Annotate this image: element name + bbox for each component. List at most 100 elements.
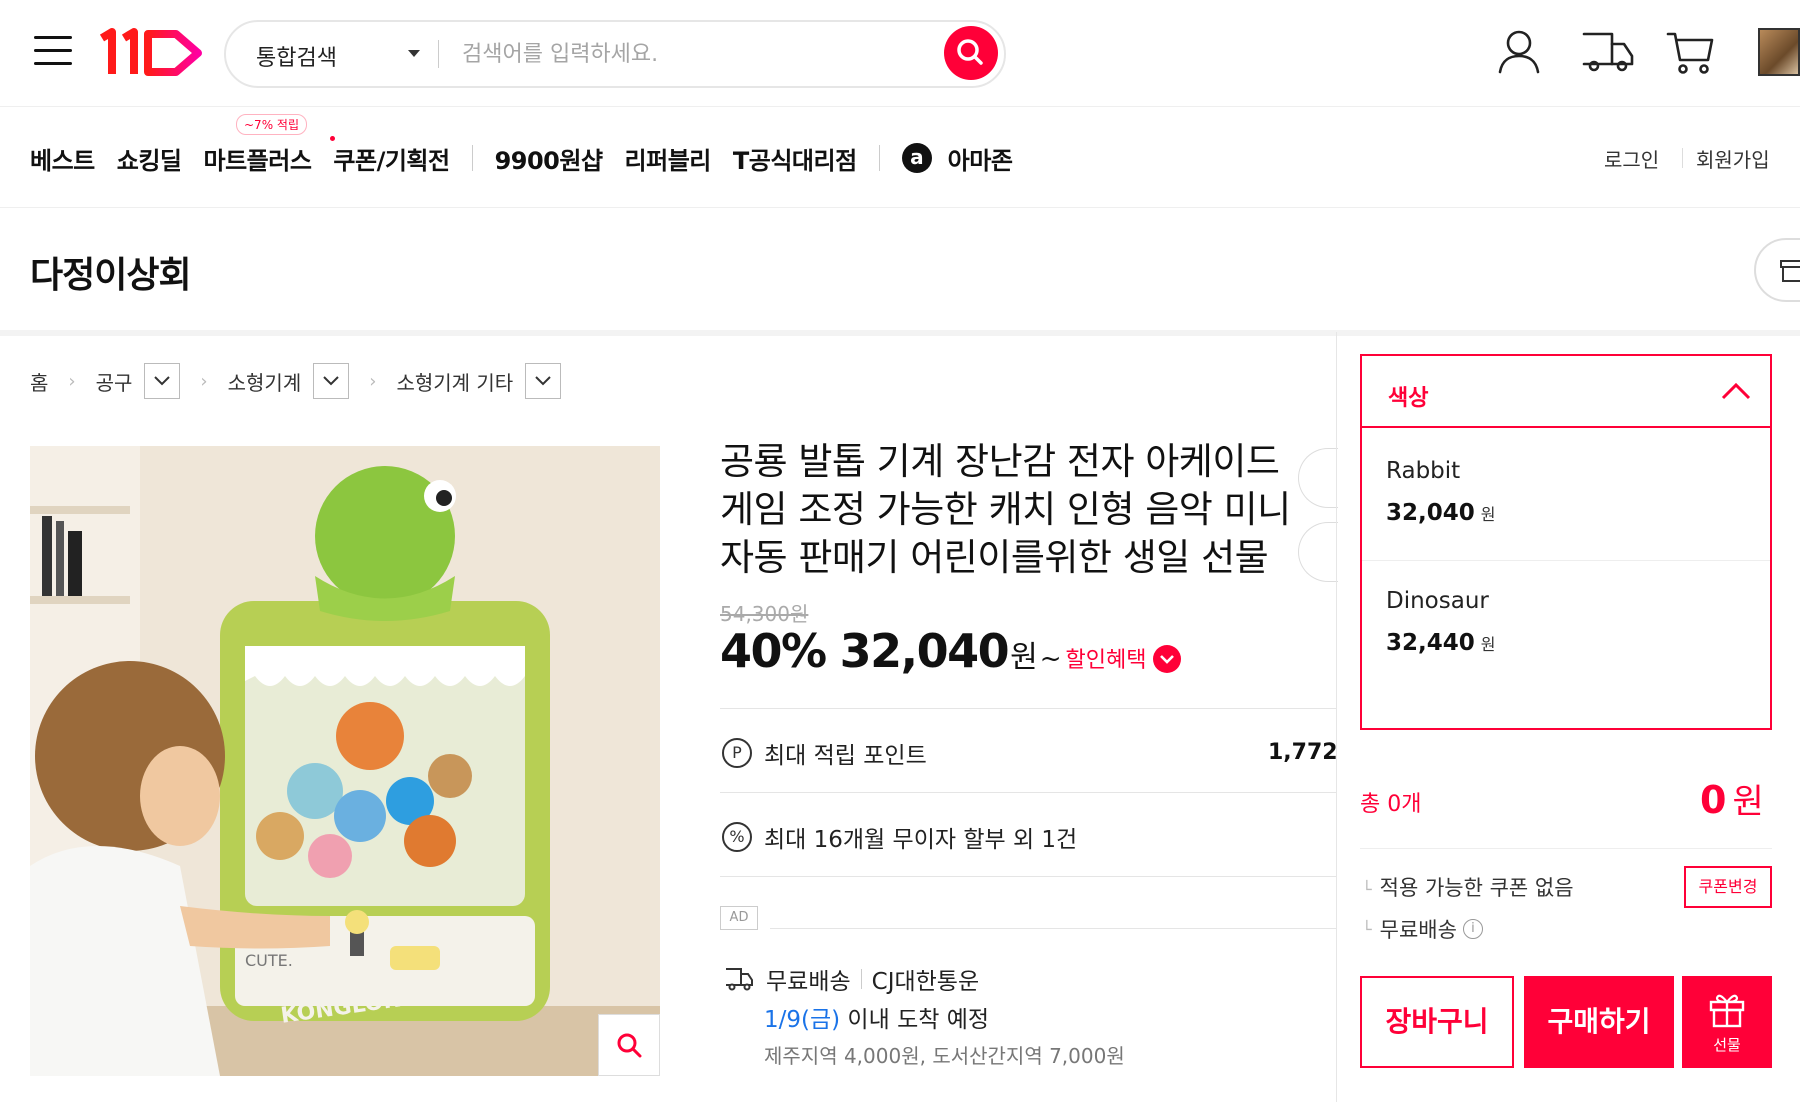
price-row: 40% 32,040 원 ~ 할인혜택 xyxy=(720,624,1181,678)
divider xyxy=(720,708,1336,709)
nav-item-coupon[interactable]: 쿠폰/기획전 xyxy=(333,141,450,176)
tree-mark: └ xyxy=(1362,880,1372,899)
chevron-right-icon: › xyxy=(200,370,208,392)
breadcrumb-home[interactable]: 홈 xyxy=(30,367,48,396)
breadcrumb-dropdown[interactable] xyxy=(144,363,181,399)
breadcrumb-dropdown[interactable] xyxy=(313,363,350,399)
point-icon: P xyxy=(722,738,752,768)
divider xyxy=(720,876,1336,877)
breadcrumb-dropdown[interactable] xyxy=(525,363,562,399)
installment-text: 최대 16개월 무이자 할부 외 1건 xyxy=(764,827,1078,853)
info-icon[interactable]: i xyxy=(1462,919,1483,939)
option-price: 32,040 xyxy=(1386,500,1475,526)
nav-item-amazon[interactable]: 아마존 xyxy=(948,141,1013,176)
discount-benefit-link[interactable]: 할인혜택 xyxy=(1066,642,1147,674)
shipping-row: 무료배송 CJ대한통운 xyxy=(724,962,979,996)
option-price-line: 32,440 원 xyxy=(1386,630,1496,656)
gift-label: 선물 xyxy=(1713,1036,1741,1054)
divider xyxy=(1360,848,1772,849)
add-to-cart-button[interactable]: 장바구니 xyxy=(1360,976,1514,1068)
gift-button[interactable]: 선물 xyxy=(1682,976,1772,1068)
breadcrumb-item[interactable]: 소형기계 기타 xyxy=(396,367,513,396)
search-icon xyxy=(617,1033,642,1058)
signup-link[interactable]: 회원가입 xyxy=(1696,144,1770,173)
delivery-truck-icon[interactable] xyxy=(1582,30,1634,74)
option-item[interactable]: Dinosaur 32,440 원 xyxy=(1386,588,1496,656)
chevron-down-icon xyxy=(323,376,339,386)
option-label: 색상 xyxy=(1388,386,1429,411)
section-band xyxy=(0,330,1800,336)
chevron-down-icon xyxy=(535,376,551,386)
search-type-select[interactable]: 통합검색 xyxy=(256,40,337,72)
arrival-suffix: 이내 도착 예정 xyxy=(840,1007,990,1033)
divider xyxy=(770,928,1336,929)
chevron-down-icon[interactable] xyxy=(1152,645,1181,673)
option-header[interactable]: 색상 xyxy=(1362,356,1770,428)
store-name[interactable]: 다정이상회 xyxy=(30,246,192,298)
carrier-name: CJ대한통운 xyxy=(871,969,980,995)
nav-item-9900-shop[interactable]: 9900원샵 xyxy=(495,141,603,176)
nav-item-mart-plus[interactable]: 마트플러스 xyxy=(204,141,312,176)
avatar[interactable] xyxy=(1758,28,1800,76)
price-tilde: ~ xyxy=(1039,644,1062,674)
points-value: 1,772P xyxy=(1268,740,1336,765)
delivery-truck-icon xyxy=(726,968,753,991)
cart-icon[interactable] xyxy=(1666,30,1714,76)
store-button[interactable] xyxy=(1754,238,1800,302)
amazon-icon[interactable]: a xyxy=(901,143,932,173)
tree-mark: └ xyxy=(1362,919,1372,939)
option-dropdown: 색상 Rabbit 32,040 원 Dinosaur 32,440 원 xyxy=(1360,354,1772,730)
breadcrumb: 홈 › 공구 › 소형기계 › 소형기계 기타 xyxy=(30,362,562,400)
promo-badge: ~7% 적립 xyxy=(236,114,307,135)
coupon-change-button[interactable]: 쿠폰변경 xyxy=(1684,866,1772,908)
divider xyxy=(720,792,1336,793)
nav-item-best[interactable]: 베스트 xyxy=(30,141,95,176)
ad-tag: AD xyxy=(720,906,758,930)
option-item[interactable]: Rabbit 32,040 원 xyxy=(1386,458,1496,526)
header-divider xyxy=(0,106,1800,107)
buy-now-button[interactable]: 구매하기 xyxy=(1524,976,1674,1068)
nav-item-t-store[interactable]: T공식대리점 xyxy=(733,141,857,176)
total-count: 총 0개 xyxy=(1360,792,1422,817)
option-price-unit: 원 xyxy=(1480,635,1496,654)
share-button[interactable] xyxy=(1298,448,1338,508)
cart-shipping: 무료배송 xyxy=(1379,918,1457,942)
auth-divider xyxy=(1682,148,1683,168)
zoom-button[interactable] xyxy=(598,1014,660,1076)
breadcrumb-item[interactable]: 공구 xyxy=(96,367,133,396)
chevron-up-icon[interactable] xyxy=(1720,380,1752,402)
option-divider xyxy=(1362,560,1770,561)
search-bar: 통합검색 xyxy=(224,20,1006,88)
nav-divider-line xyxy=(0,207,1800,208)
total-amount: 0원 xyxy=(1700,774,1764,823)
shipping-divider xyxy=(860,969,862,989)
chevron-down-icon[interactable] xyxy=(408,50,420,57)
price-unit: 원 xyxy=(1010,640,1038,675)
store-icon xyxy=(1780,260,1800,282)
nav-item-shocking-deal[interactable]: 쇼킹딜 xyxy=(117,141,182,176)
login-link[interactable]: 로그인 xyxy=(1604,144,1659,173)
points-label: 최대 적립 포인트 xyxy=(764,743,927,769)
search-button[interactable] xyxy=(944,26,998,80)
shipping-line: └ 무료배송 i xyxy=(1362,914,1483,944)
chevron-right-icon: › xyxy=(369,370,377,392)
option-name: Dinosaur xyxy=(1386,588,1489,614)
installment-row[interactable]: % 최대 16개월 무이자 할부 외 1건 xyxy=(722,820,1077,854)
wishlist-button[interactable] xyxy=(1298,522,1338,582)
shipping-label: 무료배송 xyxy=(766,969,851,995)
nav-divider xyxy=(878,145,880,171)
nav-item-refurbly[interactable]: 리퍼블리 xyxy=(625,141,712,176)
total-amount-unit: 원 xyxy=(1732,782,1764,822)
site-logo[interactable] xyxy=(98,24,208,80)
nav-divider xyxy=(471,145,473,171)
arrival-info: 1/9(금) 이내 도착 예정 xyxy=(764,1000,989,1034)
menu-icon[interactable] xyxy=(34,36,72,68)
option-price-unit: 원 xyxy=(1480,505,1496,524)
product-image[interactable]: CUTE. KONGLONG xyxy=(30,446,660,1076)
coupon-status: 적용 가능한 쿠폰 없음 xyxy=(1379,876,1574,900)
search-input[interactable] xyxy=(462,36,932,72)
user-icon[interactable] xyxy=(1496,28,1542,76)
discount-rate: 40% xyxy=(720,624,827,678)
breadcrumb-item[interactable]: 소형기계 xyxy=(228,367,302,396)
arrival-date: 1/9(금) xyxy=(764,1007,841,1033)
